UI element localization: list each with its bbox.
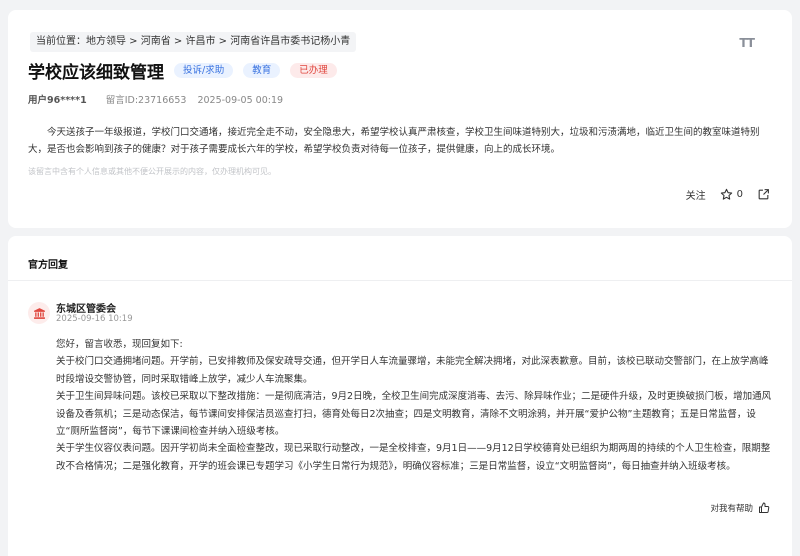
post-actions: 关注 0 bbox=[672, 187, 770, 202]
star-button[interactable]: 0 bbox=[720, 188, 743, 201]
government-building-icon bbox=[33, 307, 45, 319]
title-row: 学校应该细致管理 投诉/求助 教育 已办理 bbox=[28, 58, 337, 83]
reply-heading: 官方回复 bbox=[28, 260, 68, 271]
reply-paragraph: 关于校门口交通拥堵问题。开学前，已安排教师及保安疏导交通，但开学日人车流量骤增，… bbox=[56, 356, 769, 385]
follow-button[interactable]: 关注 bbox=[686, 187, 706, 202]
category-tag: 投诉/求助 bbox=[174, 63, 234, 78]
post-datetime: 2025-09-05 00:19 bbox=[197, 95, 284, 106]
privacy-note: 该留言中含有个人信息或其他不便公开展示的内容，仅办理机构可见。 bbox=[28, 167, 276, 176]
breadcrumb: 当前位置：地方领导 > 河南省 > 许昌市 > 河南省许昌市委书记杨小青 bbox=[30, 32, 357, 52]
user-id: 用户96****1 bbox=[28, 95, 87, 106]
reply-date: 2025-09-16 10:19 bbox=[56, 314, 133, 324]
reply-body: 您好，留言收悉，现回复如下: 关于校门口交通拥堵问题。开学前，已安排教师及保安疏… bbox=[56, 336, 772, 475]
avatar bbox=[28, 302, 50, 324]
reply-paragraph: 关于卫生间异味问题。该校已采取以下整改措施：一是彻底清洁，9月2日晚，全校卫生间… bbox=[56, 391, 772, 438]
thumbs-up-icon bbox=[759, 502, 770, 513]
post-id: 留言ID:23716653 bbox=[105, 95, 187, 106]
field-tag: 教育 bbox=[243, 63, 281, 78]
helpful-label: 对我有帮助 bbox=[710, 504, 753, 514]
official-reply-card: 官方回复 东城区管委会 2025-09-16 10:19 您好，留言收悉，现回复… bbox=[8, 236, 792, 556]
status-badge: 已办理 bbox=[290, 63, 337, 78]
font-size-icon[interactable]: TT bbox=[739, 36, 755, 50]
share-icon bbox=[758, 189, 769, 200]
post-body: 今天送孩子一年级报道，学校门口交通堵，接近完全走不动，安全隐患大，希望学校认真严… bbox=[28, 127, 760, 155]
post-meta: 用户96****1 留言ID:23716653 2025-09-05 00:19 bbox=[28, 92, 283, 106]
star-count: 0 bbox=[736, 189, 743, 200]
helpful-button[interactable]: 对我有帮助 bbox=[710, 502, 770, 514]
reply-paragraph: 关于学生仪容仪表问题。因开学初尚未全面检查整改，现已采取行动整改，一是全校排查，… bbox=[56, 443, 771, 472]
share-button[interactable] bbox=[757, 188, 770, 201]
org-name: 东城区管委会 bbox=[56, 304, 116, 315]
reply-paragraph: 您好，留言收悉，现回复如下: bbox=[56, 339, 183, 350]
divider bbox=[8, 280, 792, 281]
message-card: 当前位置：地方领导 > 河南省 > 许昌市 > 河南省许昌市委书记杨小青 TT … bbox=[8, 10, 792, 228]
star-icon bbox=[720, 188, 732, 200]
page-title: 学校应该细致管理 bbox=[28, 63, 164, 83]
